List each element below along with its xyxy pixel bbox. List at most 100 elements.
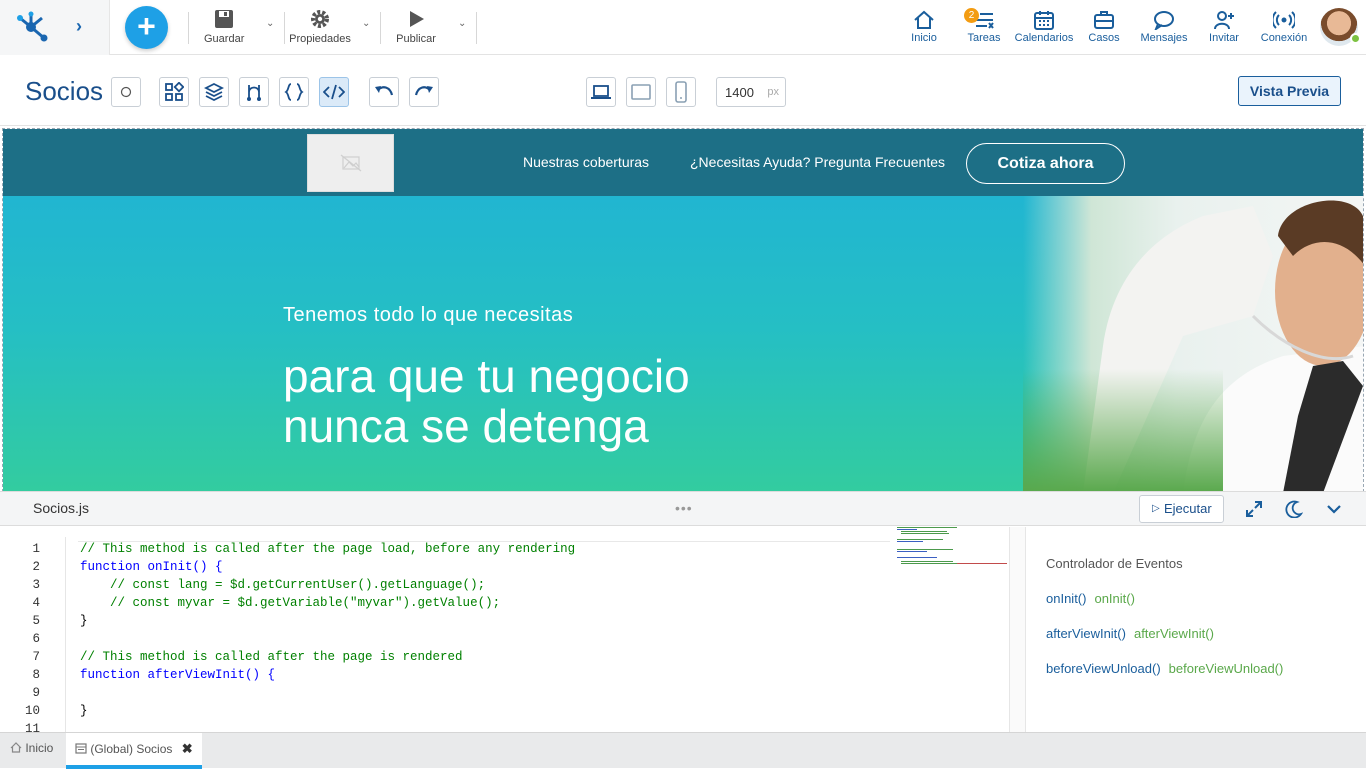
code-line[interactable]: 6 bbox=[0, 632, 890, 650]
code-line[interactable]: 8 function afterViewInit() { bbox=[0, 668, 890, 686]
code-line[interactable]: 2 function onInit() { bbox=[0, 560, 890, 578]
data-source-button[interactable] bbox=[239, 77, 269, 107]
line-code: function afterViewInit() { bbox=[80, 668, 276, 682]
code-line[interactable]: 7 // This method is called after the page… bbox=[0, 650, 890, 668]
connection-icon bbox=[1258, 8, 1310, 32]
nav-casos[interactable]: Casos bbox=[1086, 8, 1122, 44]
expand-icon[interactable] bbox=[1245, 500, 1263, 523]
nav-invitar[interactable]: Invitar bbox=[1204, 8, 1244, 44]
components-button[interactable] bbox=[159, 77, 189, 107]
phone-icon bbox=[675, 81, 687, 103]
site-header: Nuestras coberturas ¿Necesitas Ayuda? Pr… bbox=[3, 129, 1363, 196]
nav-calendarios[interactable]: Calendarios bbox=[1014, 8, 1074, 44]
line-number: 10 bbox=[24, 704, 40, 718]
tasks-badge: 2 bbox=[964, 8, 979, 23]
dark-mode-icon[interactable] bbox=[1285, 500, 1304, 523]
nav-conexion[interactable]: Conexión bbox=[1258, 8, 1310, 44]
event-method-link[interactable]: afterViewInit() bbox=[1046, 626, 1126, 641]
add-user-icon bbox=[1204, 8, 1244, 32]
publish-dropdown-caret-icon[interactable]: ⌄ bbox=[458, 18, 466, 29]
divider bbox=[188, 12, 189, 44]
code-button[interactable] bbox=[319, 77, 349, 107]
bottom-tab-bar: Inicio (Global) Socios ✖ bbox=[0, 732, 1366, 769]
resize-handle-icon[interactable]: ••• bbox=[675, 500, 693, 516]
mobile-view-button[interactable] bbox=[666, 77, 696, 107]
nav-inicio[interactable]: Inicio bbox=[904, 8, 944, 44]
data-flow-icon bbox=[247, 85, 261, 101]
tab-inicio-label: Inicio bbox=[25, 741, 54, 755]
add-button[interactable]: + bbox=[125, 6, 168, 49]
redo-button[interactable] bbox=[409, 77, 439, 107]
nav-calendarios-label: Calendarios bbox=[1014, 32, 1074, 44]
desktop-view-button[interactable] bbox=[586, 77, 616, 107]
nav-tareas-label: Tareas bbox=[967, 32, 1001, 44]
layers-button[interactable] bbox=[199, 77, 229, 107]
nav-invitar-label: Invitar bbox=[1209, 32, 1239, 44]
line-number: 6 bbox=[32, 632, 40, 646]
run-button[interactable]: ▷ Ejecutar bbox=[1139, 495, 1224, 523]
gear-icon bbox=[289, 8, 351, 30]
code-line[interactable]: 11 bbox=[0, 722, 890, 732]
divider bbox=[476, 12, 477, 44]
tablet-view-button[interactable] bbox=[626, 77, 656, 107]
publish-button[interactable]: Publicar bbox=[396, 8, 436, 45]
save-button[interactable]: Guardar bbox=[204, 8, 244, 45]
divider bbox=[284, 12, 285, 44]
code-line[interactable]: 5} bbox=[0, 614, 890, 632]
design-canvas[interactable]: Nuestras coberturas ¿Necesitas Ayuda? Pr… bbox=[2, 128, 1364, 492]
close-icon[interactable]: ✖ bbox=[182, 741, 193, 756]
event-handler-link[interactable]: afterViewInit() bbox=[1134, 626, 1214, 641]
events-panel: Controlador de Eventos onInit() onInit() a… bbox=[1025, 527, 1366, 732]
events-title: Controlador de Eventos bbox=[1046, 556, 1183, 571]
braces-icon bbox=[284, 83, 304, 101]
code-line[interactable]: 9 bbox=[0, 686, 890, 704]
tab-global-socios[interactable]: (Global) Socios ✖ bbox=[66, 733, 202, 769]
hero-headline-line1: para que tu negocio bbox=[283, 350, 690, 402]
code-icon bbox=[323, 84, 345, 100]
page-title: Socios bbox=[25, 76, 104, 106]
tab-inicio[interactable]: Inicio bbox=[0, 733, 64, 769]
hero-headline: para que tu negocio nunca se detenga bbox=[283, 351, 690, 451]
properties-button[interactable]: Propiedades bbox=[289, 8, 351, 45]
line-number: 8 bbox=[32, 668, 40, 682]
line-number: 7 bbox=[32, 650, 40, 664]
calendar-icon bbox=[1014, 8, 1074, 32]
expand-chevron-icon[interactable]: › bbox=[76, 16, 82, 37]
event-handler-link[interactable]: onInit() bbox=[1094, 591, 1134, 606]
cotiza-button[interactable]: Cotiza ahora bbox=[966, 143, 1125, 184]
save-icon bbox=[204, 8, 244, 30]
tab-global-socios-label: (Global) Socios bbox=[90, 742, 173, 756]
event-method-link[interactable]: onInit() bbox=[1046, 591, 1086, 606]
nav-mensajes-label: Mensajes bbox=[1140, 32, 1188, 44]
laptop-icon bbox=[591, 85, 611, 99]
code-line[interactable]: 10} bbox=[0, 704, 890, 722]
nav-link-ayuda[interactable]: ¿Necesitas Ayuda? Pregunta Frecuentes bbox=[690, 154, 945, 170]
undo-icon bbox=[375, 86, 394, 96]
line-code: // const myvar = $d.getVariable("myvar")… bbox=[80, 596, 501, 610]
top-bar: › + Guardar ⌄ Propiedades ⌄ Publicar ⌄ I… bbox=[0, 0, 1366, 55]
width-input[interactable]: 1400 px bbox=[716, 77, 786, 107]
code-line[interactable]: 4 // const myvar = $d.getVariable("myvar… bbox=[0, 596, 890, 614]
line-code: // This method is called after the page … bbox=[80, 650, 463, 664]
nav-mensajes[interactable]: Mensajes bbox=[1138, 8, 1190, 44]
logo-placeholder[interactable] bbox=[307, 134, 394, 192]
status-button[interactable] bbox=[111, 77, 141, 107]
chat-bubble-icon bbox=[1138, 8, 1190, 32]
code-line[interactable]: 3 // const lang = $d.getCurrentUser().ge… bbox=[0, 578, 890, 596]
code-scrollbar[interactable] bbox=[1009, 527, 1025, 732]
variables-button[interactable] bbox=[279, 77, 309, 107]
properties-dropdown-caret-icon[interactable]: ⌄ bbox=[362, 18, 370, 29]
preview-button[interactable]: Vista Previa bbox=[1238, 76, 1341, 106]
code-editor[interactable]: 1 // This method is called after the page… bbox=[0, 527, 1010, 732]
code-line[interactable]: 1 // This method is called after the page… bbox=[0, 542, 890, 560]
line-number: 5 bbox=[32, 614, 40, 628]
collapse-chevron-icon[interactable] bbox=[1325, 500, 1343, 523]
event-handler-link[interactable]: beforeViewUnload() bbox=[1169, 661, 1284, 676]
code-minimap[interactable] bbox=[897, 527, 1009, 587]
undo-button[interactable] bbox=[369, 77, 399, 107]
save-dropdown-caret-icon[interactable]: ⌄ bbox=[266, 18, 274, 29]
event-method-link[interactable]: beforeViewUnload() bbox=[1046, 661, 1161, 676]
home-icon bbox=[10, 742, 22, 753]
nav-link-coberturas[interactable]: Nuestras coberturas bbox=[523, 154, 649, 170]
app-logo-icon[interactable] bbox=[14, 10, 48, 44]
